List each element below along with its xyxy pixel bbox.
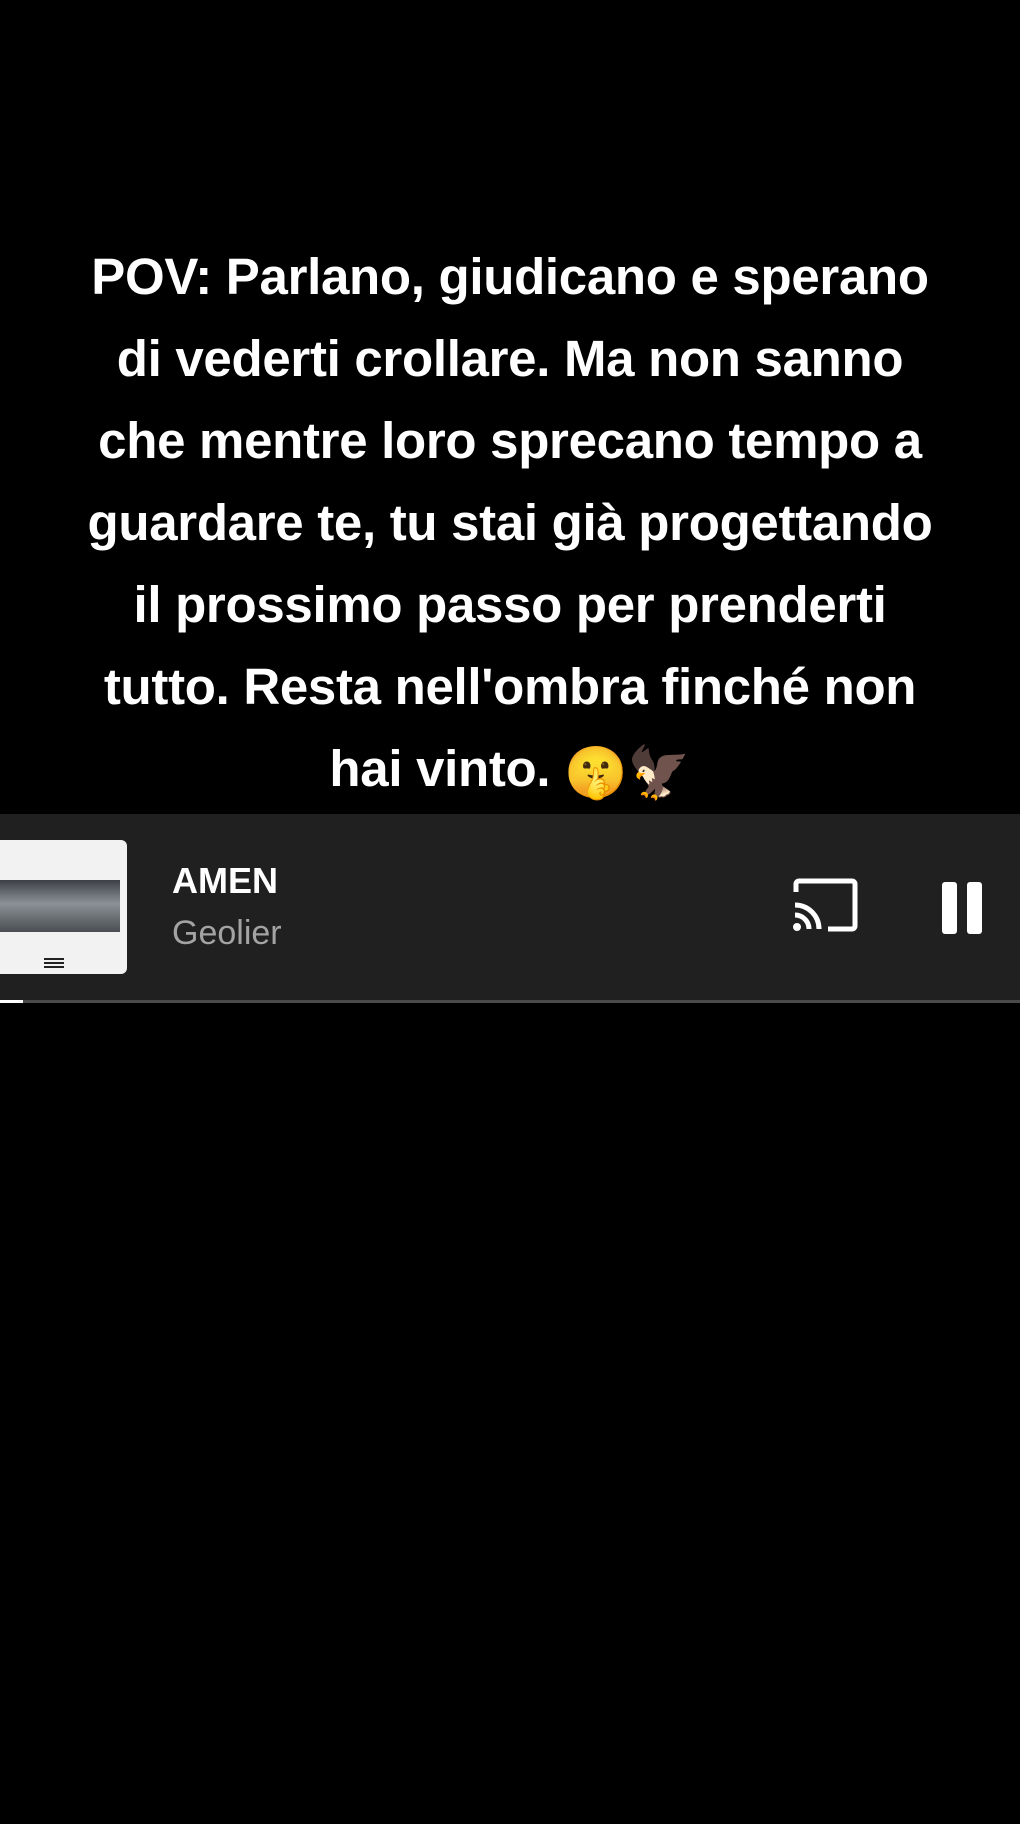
- album-cover-lettering: [44, 958, 64, 970]
- pause-button[interactable]: [938, 882, 986, 934]
- caption-line-6: tutto. Resta nell'ombra finché non: [103, 658, 917, 715]
- playback-progress-bar[interactable]: [0, 1000, 1020, 1003]
- track-artist: Geolier: [172, 914, 282, 952]
- cast-icon[interactable]: [792, 878, 858, 932]
- track-title: AMEN: [172, 860, 278, 901]
- playback-progress-fill: [0, 1000, 24, 1003]
- caption-line-3: che mentre loro sprecano tempo a: [98, 412, 922, 469]
- pause-icon-left-bar: [942, 882, 957, 934]
- album-cover[interactable]: [0, 840, 127, 974]
- caption-line-5: il prossimo passo per prenderti: [133, 576, 887, 633]
- caption-line-1: POV: Parlano, giudicano e sperano: [91, 248, 929, 305]
- album-cover-photo: [0, 880, 120, 932]
- music-player-bar[interactable]: AMEN Geolier: [0, 814, 1020, 1000]
- shush-eagle-emoji: 🤫🦅: [564, 743, 691, 801]
- pause-icon-right-bar: [967, 882, 982, 934]
- caption-line-4: guardare te, tu stai già progettando: [87, 494, 933, 551]
- caption-text: POV: Parlano, giudicano e sperano di ved…: [30, 236, 990, 814]
- caption-line-7: hai vinto.: [329, 740, 551, 797]
- caption-line-2: di vederti crollare. Ma non sanno: [116, 330, 904, 387]
